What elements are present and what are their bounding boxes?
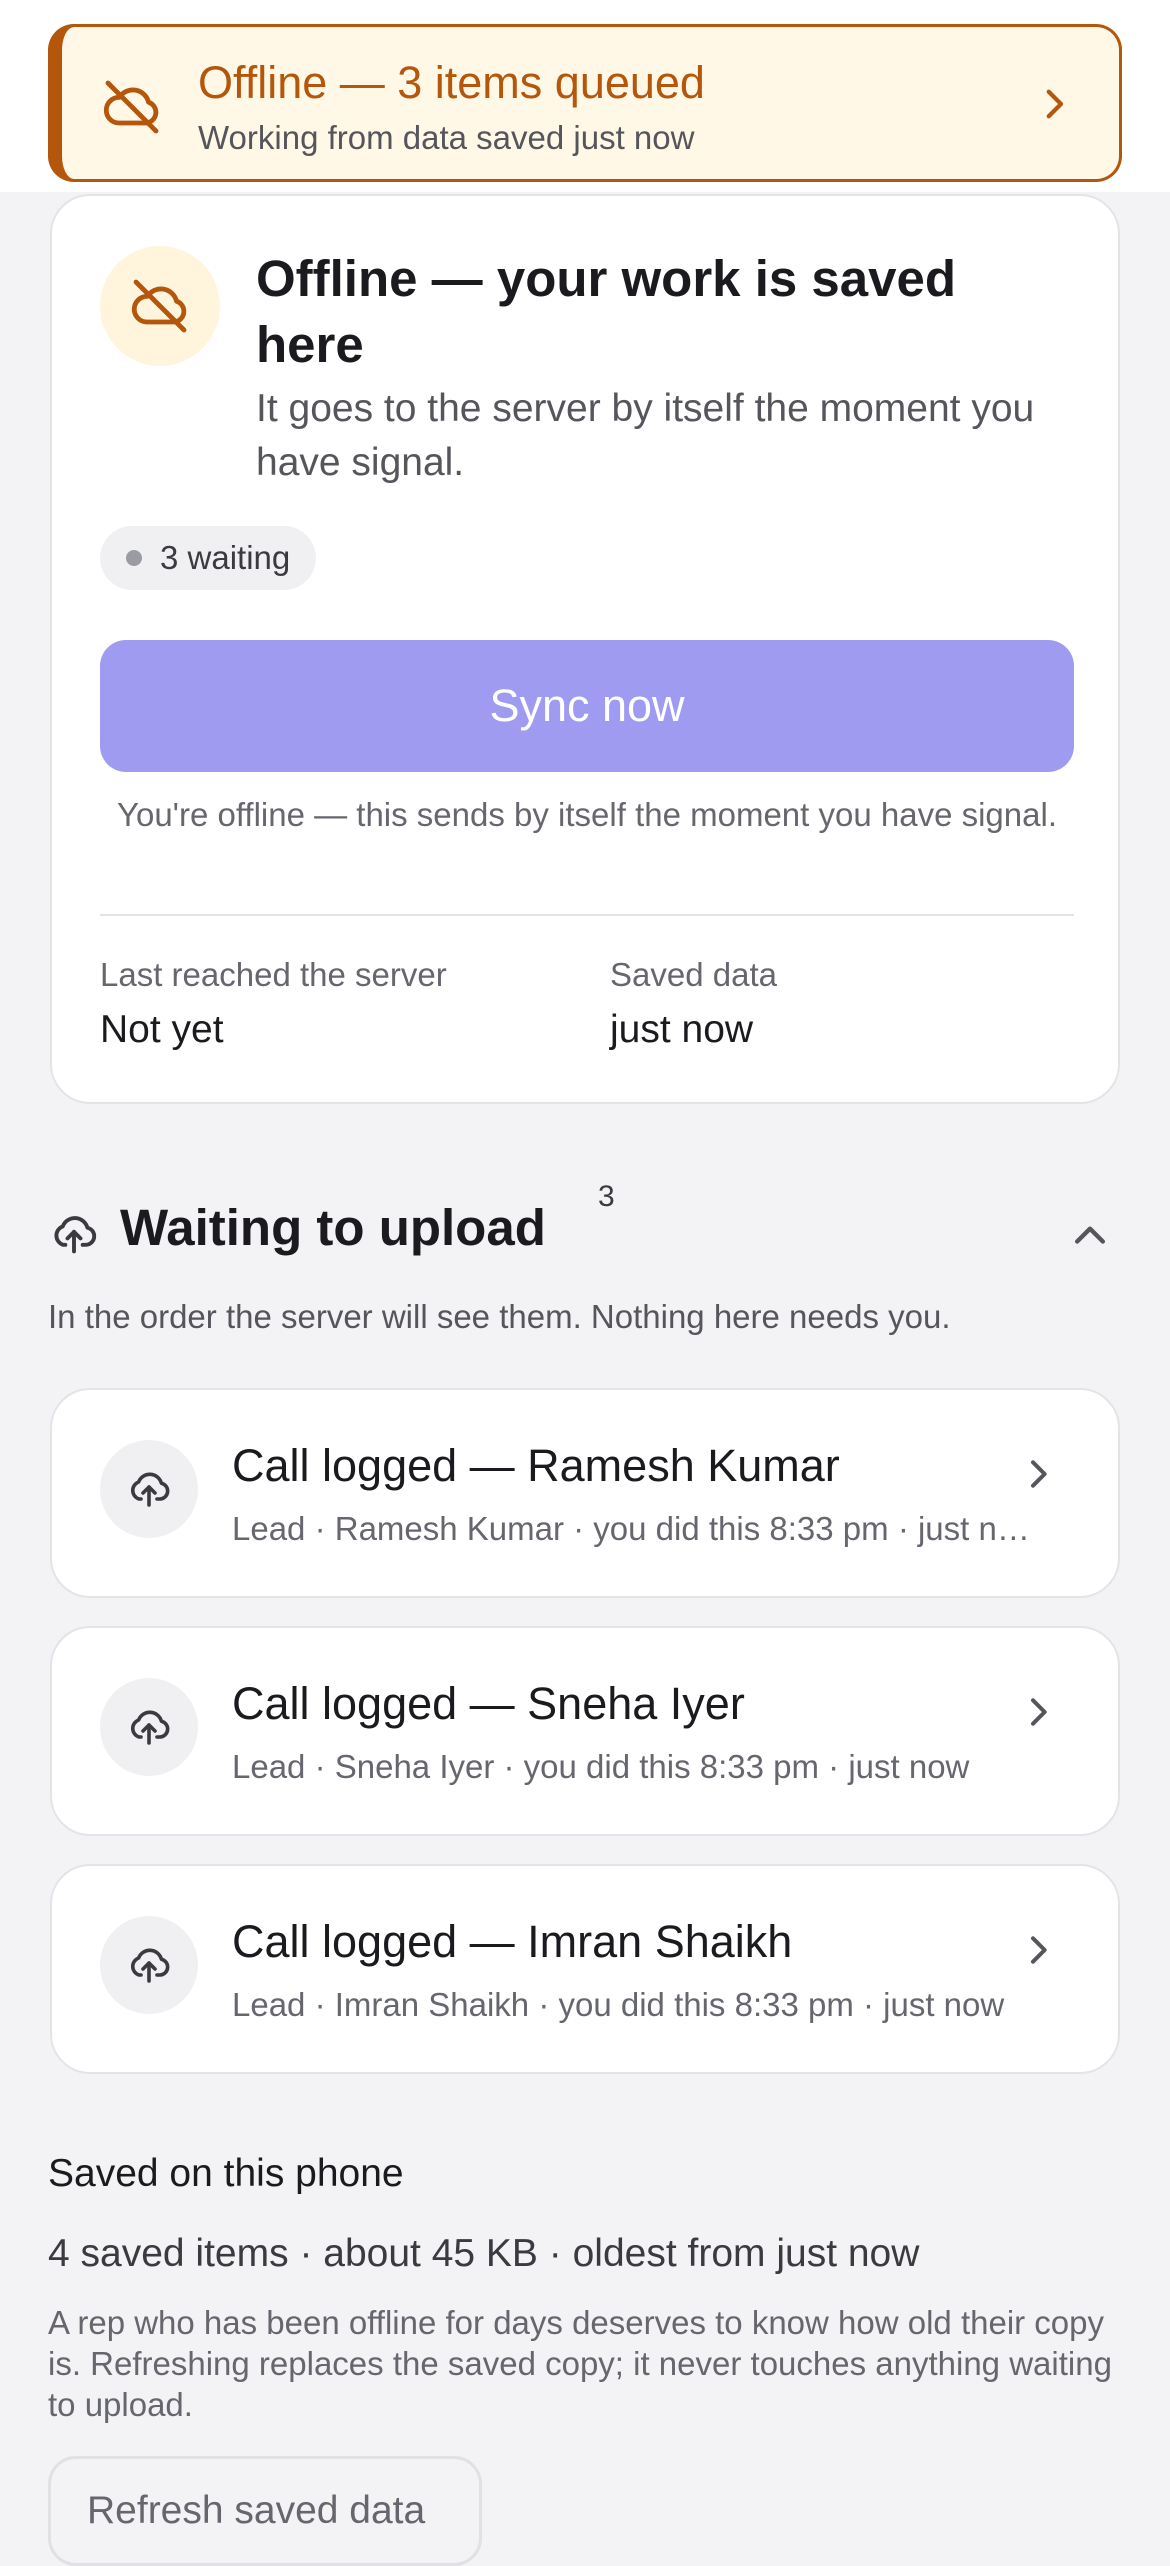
refresh-saved-data-button[interactable]: Refresh saved data — [48, 2456, 482, 2566]
chevron-right-icon — [1031, 1698, 1047, 1726]
cloud-upload-icon — [131, 1948, 170, 1983]
chevron-right-icon — [1031, 1936, 1047, 1964]
saved-data-value: just now — [610, 1008, 754, 1051]
queue-item-icon-badge — [100, 1678, 198, 1776]
queue-item-icon-badge — [100, 1440, 198, 1538]
chevron-up-icon[interactable] — [1068, 1214, 1112, 1258]
banner-title: Offline — 3 items queued — [198, 57, 705, 108]
last-reached-value: Not yet — [100, 1008, 224, 1051]
queue-item[interactable]: Call logged — Imran Shaikh Lead · Imran … — [50, 1864, 1120, 2074]
chevron-right-icon — [1031, 1460, 1047, 1488]
cloud-off-icon — [131, 279, 187, 333]
cloud-upload-icon — [131, 1472, 170, 1507]
queue-item-title: Call logged — Sneha Iyer — [232, 1678, 745, 1729]
banner-subtitle: Working from data saved just now — [198, 119, 695, 156]
saved-data-label: Saved data — [610, 956, 777, 993]
saved-section-title: Saved on this phone — [48, 2152, 404, 2195]
queue-item-title: Call logged — Imran Shaikh — [232, 1916, 793, 1967]
queue-item[interactable]: Call logged — Ramesh Kumar Lead · Ramesh… — [50, 1388, 1120, 1598]
waiting-count-badge: 3 waiting — [100, 526, 317, 590]
queue-item-title: Call logged — Ramesh Kumar — [232, 1440, 840, 1491]
status-dot — [126, 550, 142, 566]
queue-item-subtitle: Lead · Sneha Iyer · you did this 8:33 pm… — [232, 1748, 970, 1785]
waiting-count-label: 3 waiting — [160, 539, 291, 576]
sync-note: You're offline — this sends by itself th… — [116, 796, 1057, 833]
cloud-upload-icon — [131, 1710, 170, 1745]
queue-count: 3 — [598, 1180, 615, 1213]
saved-summary: 4 saved items · about 45 KB · oldest fro… — [48, 2232, 920, 2275]
status-title: Offline — your work is saved here — [256, 250, 957, 373]
cloud-off-icon — [103, 80, 159, 134]
offline-status-card: Offline — your work is saved here It goe… — [50, 194, 1120, 1104]
cloud-upload-icon — [54, 1216, 97, 1254]
status-icon-badge — [100, 246, 220, 366]
offline-banner[interactable]: Offline — 3 items queued Working from da… — [48, 24, 1122, 182]
queue-item-subtitle: Lead · Ramesh Kumar · you did this 8:33 … — [232, 1510, 1032, 1547]
saved-note: A rep who has been offline for days dese… — [48, 2304, 1112, 2423]
queue-item-icon-badge — [100, 1916, 198, 2014]
sync-now-button[interactable]: Sync now — [100, 640, 1074, 772]
queue-section-title: Waiting to upload — [120, 1199, 546, 1256]
queue-item[interactable]: Call logged — Sneha Iyer Lead · Sneha Iy… — [50, 1626, 1120, 1836]
queue-item-subtitle: Lead · Imran Shaikh · you did this 8:33 … — [232, 1986, 1005, 2023]
divider — [100, 914, 1074, 916]
chevron-right-icon — [1046, 89, 1064, 119]
queue-description: In the order the server will see them. N… — [48, 1298, 951, 1335]
status-description: It goes to the server by itself the mome… — [256, 387, 1035, 484]
last-reached-label: Last reached the server — [100, 956, 447, 993]
